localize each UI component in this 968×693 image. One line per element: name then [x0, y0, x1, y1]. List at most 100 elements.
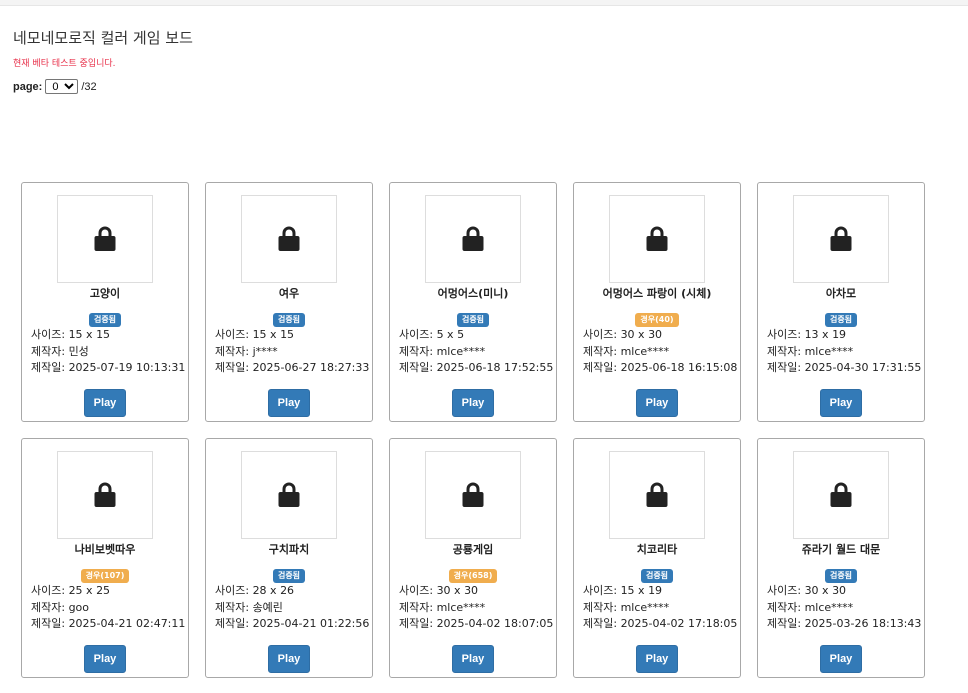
maker-row: 제작자: 송예린: [215, 600, 369, 617]
badge-container: 경우(107): [22, 565, 188, 583]
maker-row: 제작자: j****: [215, 344, 369, 361]
lock-icon: [57, 195, 153, 283]
size-row: 사이즈: 30 x 30: [583, 327, 737, 344]
game-title: 아차모: [825, 287, 857, 300]
maker-value: 송예린: [252, 600, 283, 614]
size-label: 사이즈:: [31, 328, 69, 341]
page-select[interactable]: 0: [45, 79, 79, 94]
game-card: 어멍어스 파랑이 (시체) 경우(40) 사이즈: 30 x 30 제작자: mlce…: [573, 182, 741, 422]
status-badge: 검증됨: [88, 313, 122, 327]
play-button[interactable]: Play: [84, 645, 126, 673]
game-card: 쥬라기 월드 대문 검증됨 사이즈: 30 x 30 제작자: mlce**** 제작일…: [757, 438, 925, 678]
maker-value: mlce****: [620, 344, 670, 358]
date-label: 제작일:: [399, 617, 437, 630]
play-button[interactable]: Play: [452, 645, 494, 673]
play-button[interactable]: Play: [636, 389, 678, 417]
status-badge: 검증됨: [640, 569, 674, 583]
size-label: 사이즈:: [215, 584, 253, 597]
badge-container: 검증됨: [758, 565, 924, 583]
maker-value: goo: [68, 600, 90, 614]
lock-icon: [425, 451, 521, 539]
badge-container: 검증됨: [22, 309, 188, 327]
play-button[interactable]: Play: [636, 645, 678, 673]
size-value: 25 x 25: [68, 584, 111, 597]
maker-label: 제작자:: [399, 344, 437, 358]
badge-container: 검증됨: [758, 309, 924, 327]
game-card: 아차모 검증됨 사이즈: 13 x 19 제작자: mlce**** 제작일: 2025…: [757, 182, 925, 422]
size-value: 30 x 30: [620, 328, 663, 341]
game-title: 어멍어스 파랑이 (시체): [602, 287, 712, 300]
date-label: 제작일:: [31, 617, 69, 630]
badge-container: 경우(658): [390, 565, 556, 583]
game-title: 구치파치: [268, 543, 310, 556]
size-value: 28 x 26: [252, 584, 295, 597]
maker-value: mlce****: [436, 344, 486, 358]
maker-row: 제작자: mlce****: [767, 600, 921, 617]
maker-row: 제작자: mlce****: [399, 344, 553, 361]
size-label: 사이즈:: [583, 584, 621, 597]
date-row: 제작일: 2025-06-18 16:15:08: [583, 360, 737, 377]
lock-icon: [241, 195, 337, 283]
size-value: 30 x 30: [804, 584, 847, 597]
game-card: 나비보벳따우 경우(107) 사이즈: 25 x 25 제작자: goo 제작일: 20…: [21, 438, 189, 678]
maker-label: 제작자:: [767, 344, 805, 358]
size-value: 13 x 19: [804, 328, 847, 341]
maker-value: j****: [252, 344, 278, 358]
game-card: 공룡게임 경우(658) 사이즈: 30 x 30 제작자: mlce**** 제작일:…: [389, 438, 557, 678]
maker-label: 제작자:: [215, 344, 253, 358]
game-title: 어멍어스(미니): [437, 287, 509, 300]
maker-label: 제작자:: [31, 600, 69, 614]
status-badge: 검증됨: [824, 569, 858, 583]
badge-container: 검증됨: [206, 565, 372, 583]
maker-label: 제작자:: [31, 344, 69, 358]
date-label: 제작일:: [767, 361, 805, 374]
status-badge: 경우(40): [635, 313, 679, 327]
status-badge: 검증됨: [272, 569, 306, 583]
date-value: 2025-06-27 18:27:33: [252, 361, 370, 374]
status-badge: 검증됨: [456, 313, 490, 327]
beta-notice: 현재 베타 테스트 중입니다.: [13, 59, 116, 69]
game-info: 사이즈: 30 x 30 제작자: mlce**** 제작일: 2025-04-02…: [399, 583, 553, 633]
date-row: 제작일: 2025-07-19 10:13:31: [31, 360, 185, 377]
game-info: 사이즈: 5 x 5 제작자: mlce**** 제작일: 2025-06-18 1…: [399, 327, 553, 377]
maker-row: 제작자: mlce****: [583, 600, 737, 617]
size-value: 15 x 15: [68, 328, 111, 341]
size-row: 사이즈: 5 x 5: [399, 327, 553, 344]
size-label: 사이즈:: [399, 584, 437, 597]
play-button[interactable]: Play: [820, 389, 862, 417]
lock-icon: [793, 451, 889, 539]
date-row: 제작일: 2025-04-02 17:18:05: [583, 616, 737, 633]
pager: page: 0 /32: [13, 79, 97, 94]
game-info: 사이즈: 28 x 26 제작자: 송예린 제작일: 2025-04-21 01:2…: [215, 583, 369, 633]
size-label: 사이즈:: [583, 328, 621, 341]
date-value: 2025-03-26 18:13:43: [804, 617, 922, 630]
date-row: 제작일: 2025-03-26 18:13:43: [767, 616, 921, 633]
lock-icon: [609, 451, 705, 539]
game-title: 나비보벳따우: [74, 543, 136, 556]
game-info: 사이즈: 30 x 30 제작자: mlce**** 제작일: 2025-06-18…: [583, 327, 737, 377]
badge-container: 검증됨: [206, 309, 372, 327]
date-value: 2025-06-18 17:52:55: [436, 361, 554, 374]
date-value: 2025-07-19 10:13:31: [68, 361, 186, 374]
game-title: 여우: [278, 287, 300, 300]
play-button[interactable]: Play: [268, 645, 310, 673]
badge-container: 검증됨: [574, 565, 740, 583]
play-button[interactable]: Play: [268, 389, 310, 417]
status-badge: 검증됨: [272, 313, 306, 327]
size-row: 사이즈: 28 x 26: [215, 583, 369, 600]
game-title: 고양이: [89, 287, 121, 300]
maker-label: 제작자:: [583, 344, 621, 358]
maker-label: 제작자:: [215, 600, 253, 614]
size-row: 사이즈: 15 x 15: [215, 327, 369, 344]
play-button[interactable]: Play: [452, 389, 494, 417]
date-row: 제작일: 2025-04-02 18:07:05: [399, 616, 553, 633]
date-label: 제작일:: [583, 617, 621, 630]
game-info: 사이즈: 15 x 19 제작자: mlce**** 제작일: 2025-04-02…: [583, 583, 737, 633]
play-button[interactable]: Play: [820, 645, 862, 673]
date-row: 제작일: 2025-04-21 01:22:56: [215, 616, 369, 633]
size-value: 15 x 15: [252, 328, 295, 341]
play-button[interactable]: Play: [84, 389, 126, 417]
date-label: 제작일:: [583, 361, 621, 374]
maker-value: mlce****: [620, 600, 670, 614]
lock-icon: [609, 195, 705, 283]
